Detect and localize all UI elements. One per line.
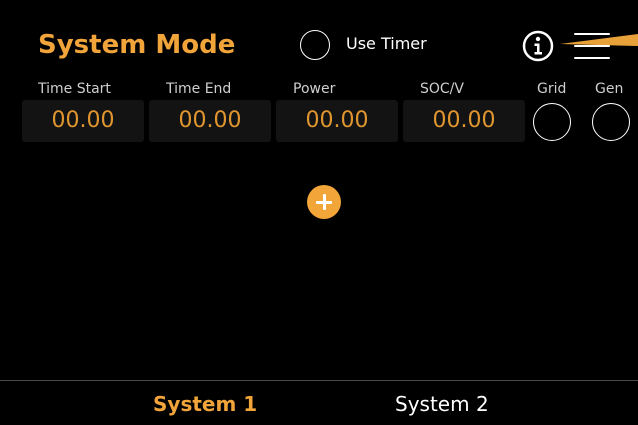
tab-system-1[interactable]: System 1	[153, 391, 257, 417]
gen-toggle[interactable]	[592, 103, 630, 141]
time-start-field[interactable]: 00.00	[22, 100, 144, 142]
soc-v-field[interactable]: 00.00	[403, 100, 525, 142]
time-end-field[interactable]: 00.00	[149, 100, 271, 142]
system-tab-bar: System 1 System 2	[0, 380, 638, 425]
col-header-time-start: Time Start	[38, 81, 111, 97]
col-header-time-end: Time End	[166, 81, 232, 97]
add-row-button[interactable]	[307, 185, 341, 219]
col-header-gen: Gen	[595, 81, 624, 97]
use-timer-toggle[interactable]	[300, 30, 330, 60]
system-mode-screen: System Mode Use Timer Time Start Time En…	[0, 0, 638, 425]
col-header-grid: Grid	[537, 81, 567, 97]
col-header-soc-v: SOC/V	[420, 81, 464, 97]
hamburger-menu-icon[interactable]	[574, 32, 612, 62]
tab-system-2[interactable]: System 2	[395, 391, 489, 417]
col-header-power: Power	[293, 81, 336, 97]
info-icon[interactable]	[522, 30, 554, 62]
grid-toggle[interactable]	[533, 103, 571, 141]
page-title: System Mode	[38, 30, 236, 60]
power-field[interactable]: 00.00	[276, 100, 398, 142]
use-timer-label: Use Timer	[346, 34, 427, 53]
